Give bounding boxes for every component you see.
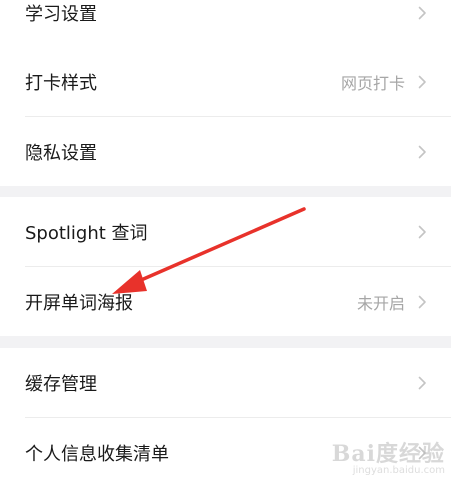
row-personal-info-list[interactable]: 个人信息收集清单: [0, 418, 451, 487]
row-label: 学习设置: [25, 3, 97, 25]
chevron-right-icon: [418, 225, 426, 238]
row-label: Spotlight 查词: [25, 222, 148, 244]
chevron-right-icon: [418, 6, 426, 19]
chevron-right-icon: [418, 295, 426, 308]
row-study-settings[interactable]: 学习设置: [0, 0, 451, 47]
settings-group-3: 缓存管理 个人信息收集清单: [0, 348, 451, 488]
chevron-right-icon: [418, 446, 426, 459]
row-privacy-settings[interactable]: 隐私设置: [0, 117, 451, 186]
row-spotlight-lookup[interactable]: Spotlight 查词: [0, 197, 451, 266]
settings-group-1: 学习设置 打卡样式 网页打卡 隐私设置: [0, 0, 451, 186]
chevron-right-icon: [418, 75, 426, 88]
row-cache-management[interactable]: 缓存管理: [0, 348, 451, 417]
row-label: 缓存管理: [25, 373, 97, 395]
row-splash-word-poster[interactable]: 开屏单词海报 未开启: [0, 267, 451, 336]
row-label: 开屏单词海报: [25, 292, 133, 314]
settings-group-2: Spotlight 查词 开屏单词海报 未开启: [0, 197, 451, 336]
row-value: 网页打卡: [340, 73, 405, 93]
row-label: 隐私设置: [25, 142, 97, 164]
chevron-right-icon: [418, 376, 426, 389]
row-label: 打卡样式: [25, 72, 97, 94]
row-value: 未开启: [356, 293, 405, 313]
row-checkin-style[interactable]: 打卡样式 网页打卡: [0, 47, 451, 116]
row-label: 个人信息收集清单: [25, 443, 169, 465]
chevron-right-icon: [418, 145, 426, 158]
